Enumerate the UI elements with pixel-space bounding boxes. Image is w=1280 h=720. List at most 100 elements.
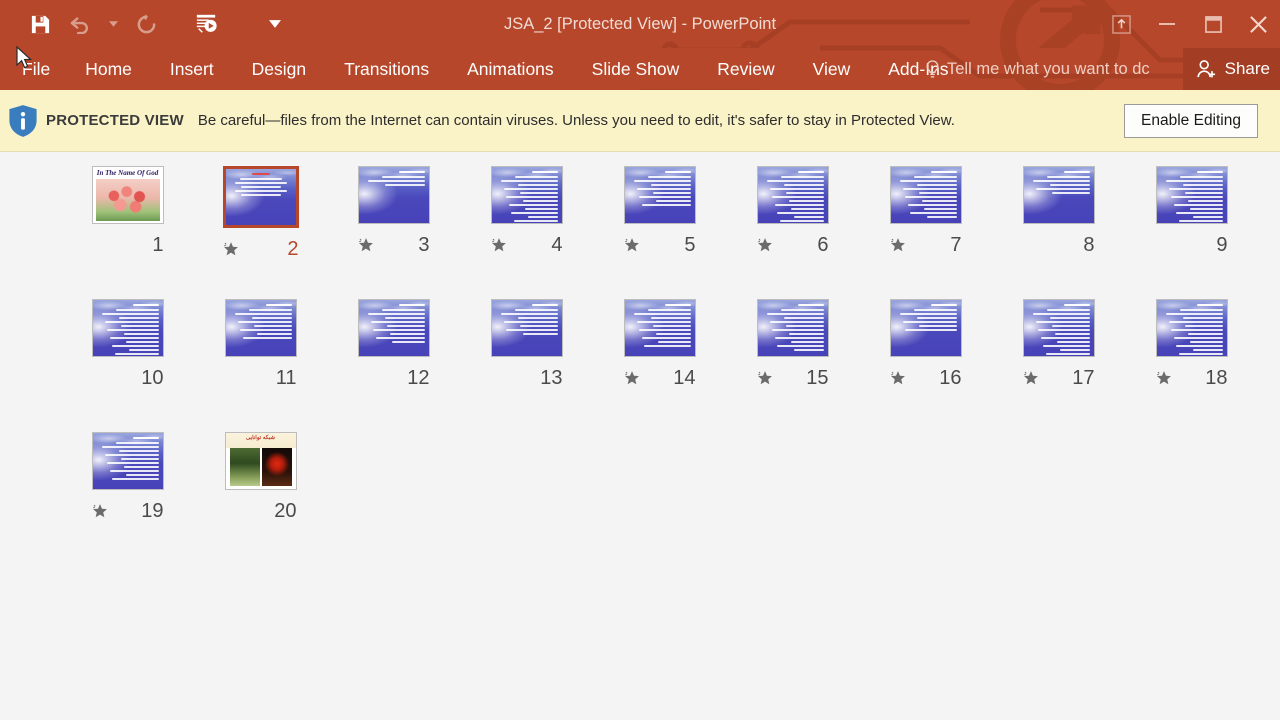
thumbnail-frame[interactable] <box>490 166 563 224</box>
thumb-text-line <box>919 325 957 327</box>
transition-star-icon[interactable] <box>223 241 239 257</box>
slide-thumbnail-10[interactable]: 10 <box>64 299 191 432</box>
transition-star-icon[interactable] <box>1156 370 1172 386</box>
share-button[interactable]: Share <box>1182 48 1280 90</box>
customize-qat-icon[interactable] <box>262 4 288 44</box>
window-controls[interactable] <box>1098 0 1280 48</box>
slide-thumbnail-9[interactable]: 9 <box>1128 166 1255 299</box>
slide-number: 2 <box>287 238 299 260</box>
tell-me-search[interactable]: Tell me what you want to dc <box>925 48 1150 90</box>
thumbnail-frame[interactable] <box>889 166 962 224</box>
thumb-slide-art <box>1156 167 1227 223</box>
slide-thumbnail-18[interactable]: 18 <box>1128 299 1255 432</box>
thumb-text-line <box>793 349 824 351</box>
tab-transitions[interactable]: Transitions <box>325 48 448 90</box>
tab-file[interactable]: File <box>0 48 66 90</box>
transition-star-icon[interactable] <box>1023 370 1039 386</box>
save-icon[interactable] <box>20 4 60 44</box>
thumb-text-line <box>506 196 558 198</box>
thumbnail-frame[interactable] <box>756 299 829 357</box>
tab-animations[interactable]: Animations <box>448 48 573 90</box>
transition-star-icon[interactable] <box>757 370 773 386</box>
slide-thumbnail-17[interactable]: 17 <box>995 299 1122 432</box>
slide-thumbnail-12[interactable]: 12 <box>330 299 457 432</box>
thumb-text-line <box>1049 184 1090 186</box>
slide-thumbnail-2[interactable]: 2 <box>197 166 324 299</box>
thumb-text-line <box>102 313 159 315</box>
ribbon-display-options-icon[interactable] <box>1098 0 1144 48</box>
transition-star-icon[interactable] <box>491 237 507 253</box>
slide-thumbnail-8[interactable]: 8 <box>995 166 1122 299</box>
thumbnail-frame[interactable] <box>224 299 297 357</box>
transition-star-icon[interactable] <box>624 237 640 253</box>
slide-thumbnail-7[interactable]: 7 <box>862 166 989 299</box>
thumbnail-frame[interactable] <box>756 166 829 224</box>
restore-button[interactable] <box>1190 0 1236 48</box>
undo-dropdown-icon[interactable] <box>100 4 126 44</box>
undo-icon[interactable] <box>60 4 100 44</box>
thumbnail-frame[interactable] <box>623 299 696 357</box>
thumb-text-line <box>116 309 159 311</box>
slide-thumbnail-15[interactable]: 15 <box>729 299 856 432</box>
thumbnail-frame[interactable] <box>889 299 962 357</box>
thumb-text-line <box>1187 200 1223 202</box>
thumbnail-frame[interactable]: شبکه توانایی <box>224 432 297 490</box>
forest-photo <box>229 447 260 486</box>
tab-slide-show[interactable]: Slide Show <box>573 48 699 90</box>
thumbnail-meta: 1 <box>92 233 163 257</box>
thumbnail-frame[interactable] <box>357 166 430 224</box>
thumbnail-frame[interactable] <box>623 166 696 224</box>
thumbnail-frame[interactable] <box>222 166 299 228</box>
slide-thumbnail-11[interactable]: 11 <box>197 299 324 432</box>
quick-access-toolbar[interactable] <box>0 0 288 48</box>
slide-thumbnail-16[interactable]: 16 <box>862 299 989 432</box>
thumbnail-frame[interactable] <box>91 299 164 357</box>
tab-design[interactable]: Design <box>233 48 325 90</box>
transition-star-icon[interactable] <box>358 237 374 253</box>
tab-view[interactable]: View <box>794 48 870 90</box>
start-slideshow-icon[interactable] <box>186 4 226 44</box>
thumb-text-line <box>123 466 159 468</box>
thumbnail-frame[interactable] <box>1155 166 1228 224</box>
grid-spacer <box>729 432 856 565</box>
thumb-text-line <box>664 304 691 307</box>
share-label: Share <box>1224 59 1270 78</box>
slide-thumbnail-4[interactable]: 4 <box>463 166 590 299</box>
tab-home[interactable]: Home <box>66 48 151 90</box>
thumbnail-frame[interactable]: In The Name Of God <box>91 166 164 224</box>
slide-thumbnail-6[interactable]: 6 <box>729 166 856 299</box>
thumb-text-line <box>1047 309 1090 311</box>
slide-thumbnail-14[interactable]: 14 <box>596 299 723 432</box>
transition-star-icon[interactable] <box>757 237 773 253</box>
slide-thumbnail-19[interactable]: 19 <box>64 432 191 565</box>
slide-thumbnail-3[interactable]: 3 <box>330 166 457 299</box>
slide-sorter-pane[interactable]: 9 8 7 6 5 4 3 2 In The Name Of God 1 18 17 16 15 14 13 1… <box>0 152 1280 709</box>
slide-thumbnail-20[interactable]: شبکه توانایی 20 <box>197 432 324 565</box>
enable-editing-button[interactable]: Enable Editing <box>1124 103 1258 138</box>
thumb-text-line <box>788 333 824 335</box>
tab-insert[interactable]: Insert <box>151 48 233 90</box>
redo-icon[interactable] <box>126 4 166 44</box>
thumbnail-frame[interactable] <box>490 299 563 357</box>
thumbnail-frame[interactable] <box>91 432 164 490</box>
thumb-text-line <box>1173 337 1223 339</box>
thumbnail-frame[interactable] <box>357 299 430 357</box>
thumb-text-line <box>398 171 425 174</box>
transition-star-icon[interactable] <box>890 237 906 253</box>
ribbon-tabs[interactable]: File Home Insert Design Transitions Anim… <box>0 48 968 90</box>
minimize-button[interactable] <box>1144 0 1190 48</box>
transition-star-icon[interactable] <box>624 370 640 386</box>
transition-star-icon[interactable] <box>92 503 108 519</box>
thumb-text-line <box>1038 329 1090 331</box>
slide-thumbnail-1[interactable]: In The Name Of God 1 <box>64 166 191 299</box>
slide-number: 10 <box>141 367 164 389</box>
thumbnail-frame[interactable] <box>1022 166 1095 224</box>
tab-review[interactable]: Review <box>698 48 793 90</box>
thumb-text-line <box>1182 184 1223 186</box>
thumbnail-frame[interactable] <box>1022 299 1095 357</box>
slide-thumbnail-5[interactable]: 5 <box>596 166 723 299</box>
slide-thumbnail-13[interactable]: 13 <box>463 299 590 432</box>
transition-star-icon[interactable] <box>890 370 906 386</box>
thumbnail-frame[interactable] <box>1155 299 1228 357</box>
close-button[interactable] <box>1236 0 1280 48</box>
